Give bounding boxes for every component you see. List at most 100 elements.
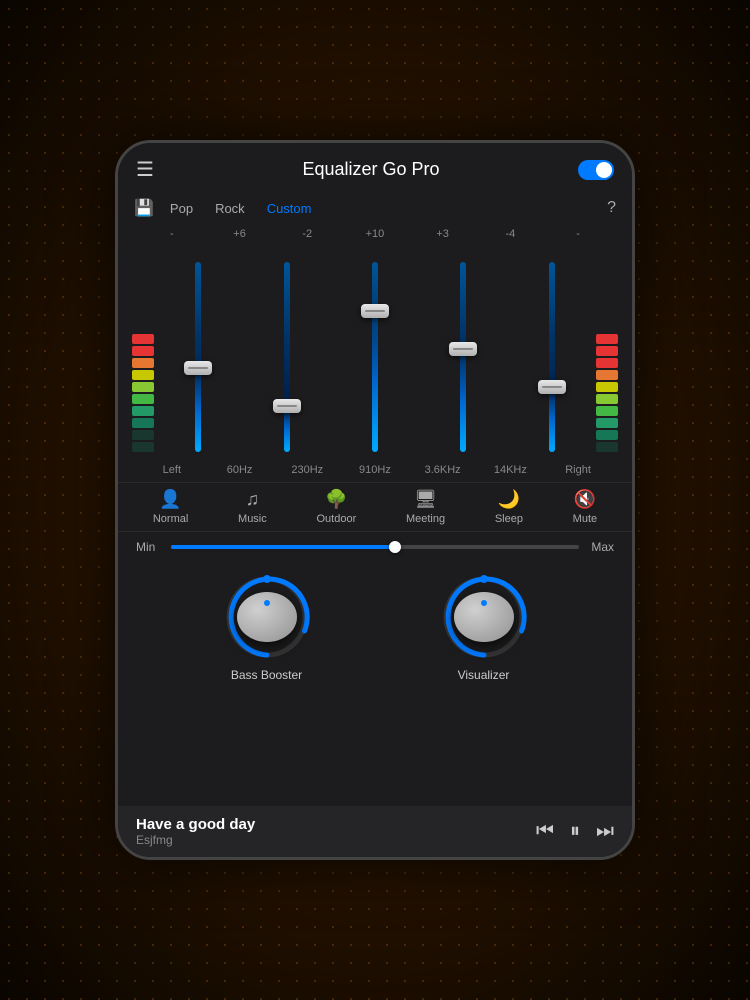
vu-seg — [132, 394, 154, 404]
fader-track-3khz — [460, 262, 466, 452]
mode-outdoor-label: Outdoor — [316, 513, 356, 525]
eq-val-left: - — [147, 228, 197, 240]
eq-val-right: - — [553, 228, 603, 240]
vu-seg — [596, 406, 618, 416]
fader-track-14khz — [549, 262, 555, 452]
fader-track-60hz — [195, 262, 201, 452]
freq-right: Right — [553, 464, 603, 476]
eq-values-row: - +6 -2 +10 +3 -4 - — [128, 224, 622, 242]
help-icon[interactable]: ? — [607, 199, 616, 217]
vu-seg — [596, 370, 618, 380]
device-frame: ☰ Equalizer Go Pro 💾 Pop Rock Custom ? -… — [115, 140, 635, 860]
save-preset-icon[interactable]: 💾 — [134, 198, 154, 218]
freq-left: Left — [147, 464, 197, 476]
vu-seg — [596, 334, 618, 344]
bass-booster-knob[interactable]: Bass Booster — [222, 572, 312, 682]
fader-230hz[interactable] — [242, 242, 330, 462]
vol-slider-thumb[interactable] — [389, 541, 401, 553]
vol-slider-fill — [171, 545, 395, 549]
mode-normal-label: Normal — [153, 513, 188, 525]
fader-60hz[interactable] — [154, 242, 242, 462]
eq-faders-container — [128, 242, 622, 462]
vu-seg — [132, 382, 154, 392]
vu-seg — [132, 358, 154, 368]
power-toggle[interactable] — [578, 160, 614, 180]
fader-handle-14khz[interactable] — [538, 380, 566, 394]
mode-music-label: Music — [238, 513, 267, 525]
visualizer-label: Visualizer — [458, 668, 510, 682]
track-title: Have a good day — [136, 816, 536, 833]
fader-handle-3khz[interactable] — [449, 342, 477, 356]
preset-bar: 💾 Pop Rock Custom ? — [118, 192, 632, 224]
mode-meeting-label: Meeting — [406, 513, 445, 525]
preset-rock[interactable]: Rock — [209, 199, 251, 218]
knobs-section: Bass Booster Visualizer — [118, 562, 632, 688]
knob-dot-bass — [264, 600, 270, 606]
outdoor-icon: 🌳 — [325, 489, 347, 510]
vu-seg — [596, 430, 618, 440]
sleep-icon: 🌙 — [498, 489, 520, 510]
eq-val-910hz: +10 — [350, 228, 400, 240]
vu-seg — [132, 418, 154, 428]
header: ☰ Equalizer Go Pro — [118, 143, 632, 192]
volume-slider[interactable] — [171, 545, 579, 549]
vu-seg — [132, 430, 154, 440]
fader-910hz[interactable] — [331, 242, 419, 462]
vu-seg — [596, 382, 618, 392]
knob-dot-vis — [481, 600, 487, 606]
menu-icon[interactable]: ☰ — [136, 157, 164, 182]
pause-button[interactable]: ⏸ — [570, 820, 580, 843]
next-button[interactable]: ⏭ — [596, 820, 614, 843]
mode-music[interactable]: ♫ Music — [238, 489, 267, 525]
freq-230hz: 230Hz — [282, 464, 332, 476]
mode-meeting[interactable]: 🖥 Meeting — [406, 489, 445, 525]
mode-row: 👤 Normal ♫ Music 🌳 Outdoor 🖥 Meeting 🌙 S… — [118, 482, 632, 532]
vol-max-label: Max — [589, 540, 614, 554]
preset-pop[interactable]: Pop — [164, 199, 199, 218]
eq-val-230hz: -2 — [282, 228, 332, 240]
vu-seg — [596, 358, 618, 368]
vu-meter-left — [132, 242, 154, 462]
mode-mute[interactable]: 🔇 Mute — [573, 489, 597, 525]
vu-seg — [596, 442, 618, 452]
fader-handle-230hz[interactable] — [273, 399, 301, 413]
knob-ring-bass — [222, 572, 312, 662]
music-icon: ♫ — [246, 489, 260, 510]
mode-sleep-label: Sleep — [495, 513, 523, 525]
vu-seg — [132, 334, 154, 344]
mode-mute-label: Mute — [573, 513, 597, 525]
prev-button[interactable]: ⏮ — [536, 820, 554, 843]
freq-910hz: 910Hz — [350, 464, 400, 476]
fader-3khz[interactable] — [419, 242, 507, 462]
fader-handle-60hz[interactable] — [184, 361, 212, 375]
mute-icon: 🔇 — [574, 489, 596, 510]
now-playing-bar: Have a good day Esjfmg ⏮ ⏸ ⏭ — [118, 806, 632, 857]
knob-body-vis[interactable] — [454, 592, 514, 642]
freq-60hz: 60Hz — [215, 464, 265, 476]
vu-seg — [132, 442, 154, 452]
normal-icon: 👤 — [159, 489, 181, 510]
vu-seg — [132, 406, 154, 416]
eq-val-60hz: +6 — [215, 228, 265, 240]
fader-14khz[interactable] — [508, 242, 596, 462]
knob-body-bass[interactable] — [237, 592, 297, 642]
mode-outdoor[interactable]: 🌳 Outdoor — [316, 489, 356, 525]
freq-labels-row: Left 60Hz 230Hz 910Hz 3.6KHz 14KHz Right — [128, 462, 622, 482]
freq-3khz: 3.6KHz — [418, 464, 468, 476]
vu-seg — [596, 418, 618, 428]
preset-custom[interactable]: Custom — [261, 199, 318, 218]
visualizer-knob[interactable]: Visualizer — [439, 572, 529, 682]
meeting-icon: 🖥 — [414, 489, 437, 510]
volume-row: Min Max — [118, 532, 632, 562]
eq-val-3khz: +3 — [418, 228, 468, 240]
vu-seg — [132, 346, 154, 356]
app-screen: ☰ Equalizer Go Pro 💾 Pop Rock Custom ? -… — [118, 143, 632, 857]
vu-meter-right — [596, 242, 618, 462]
vu-seg — [132, 370, 154, 380]
mode-normal[interactable]: 👤 Normal — [153, 489, 188, 525]
playback-controls: ⏮ ⏸ ⏭ — [536, 820, 614, 843]
vol-min-label: Min — [136, 540, 161, 554]
track-info: Have a good day Esjfmg — [136, 816, 536, 847]
fader-handle-910hz[interactable] — [361, 304, 389, 318]
mode-sleep[interactable]: 🌙 Sleep — [495, 489, 523, 525]
